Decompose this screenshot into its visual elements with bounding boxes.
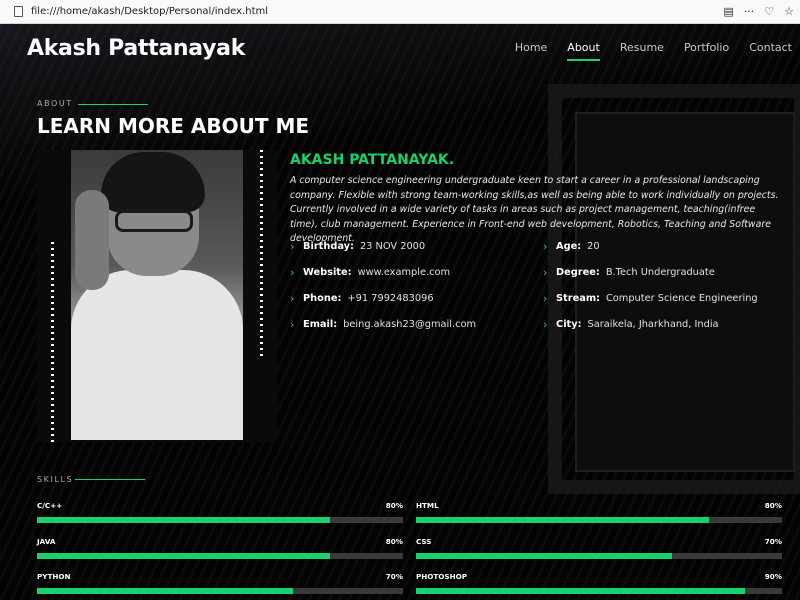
page-icon: [14, 6, 23, 17]
info-stream: › Stream: Computer Science Engineering: [543, 291, 758, 317]
skill-fill: [37, 553, 330, 559]
browser-toolbar: file:///home/akash/Desktop/Personal/inde…: [0, 0, 800, 24]
photo-arm: [75, 190, 109, 290]
page: Akash Pattanayak Home About Resume Portf…: [0, 24, 800, 600]
info-value: Computer Science Engineering: [605, 293, 758, 304]
nav-home[interactable]: Home: [515, 40, 547, 56]
chevron-right-icon: ›: [290, 266, 295, 279]
nav-about[interactable]: About: [567, 40, 600, 61]
info-label: Phone:: [303, 293, 342, 304]
info-label: Age:: [556, 241, 582, 252]
skill-track: [416, 553, 782, 559]
info-label: Degree:: [556, 267, 600, 278]
info-label: Website:: [303, 267, 352, 278]
skill-percent: 70%: [385, 572, 403, 581]
info-degree: › Degree: B.Tech Undergraduate: [543, 265, 758, 291]
url-field[interactable]: file:///home/akash/Desktop/Personal/inde…: [31, 4, 268, 20]
skill-name: JAVA: [37, 537, 56, 546]
chevron-right-icon: ›: [290, 240, 295, 253]
skill-percent: 80%: [385, 537, 403, 546]
skill-track: [416, 588, 782, 594]
skill-bar: C/C++ 80%: [37, 500, 403, 523]
skill-percent: 80%: [764, 501, 782, 510]
info-value: B.Tech Undergraduate: [605, 267, 715, 278]
main-nav: Home About Resume Portfolio Contact: [515, 40, 792, 61]
skill-fill: [37, 517, 330, 523]
info-value: 23 NOV 2000: [359, 241, 426, 252]
skill-fill: [416, 588, 746, 594]
skill-bar: PYTHON 70%: [37, 571, 403, 594]
info-website: › Website: www.example.com: [290, 265, 476, 291]
skill-track: [37, 553, 403, 559]
skills-section-line: [75, 479, 145, 480]
info-phone: › Phone: +91 7992483096: [290, 291, 476, 317]
info-label: Birthday:: [303, 241, 354, 252]
chevron-right-icon: ›: [290, 292, 295, 305]
skill-percent: 90%: [764, 572, 782, 581]
chevron-right-icon: ›: [543, 240, 548, 253]
skill-name: PHOTOSHOP: [416, 572, 467, 581]
more-actions-icon[interactable]: ···: [744, 3, 755, 21]
browser-actions: ▤ ··· ♡ ☆: [723, 3, 794, 21]
skill-name: C/C++: [37, 501, 63, 510]
about-section-line: [78, 104, 148, 105]
skill-name: PYTHON: [37, 572, 71, 581]
info-value: Saraikela, Jharkhand, India: [587, 319, 719, 330]
nav-resume[interactable]: Resume: [620, 40, 664, 56]
chevron-right-icon: ›: [543, 292, 548, 305]
info-label: City:: [556, 319, 582, 330]
info-value: +91 7992483096: [347, 293, 434, 304]
skills-section-label: SKILLS: [37, 475, 74, 484]
info-value: 20: [587, 241, 600, 252]
info-list-left: › Birthday: 23 NOV 2000 › Website: www.e…: [290, 239, 476, 343]
nav-portfolio[interactable]: Portfolio: [684, 40, 729, 56]
chevron-right-icon: ›: [543, 318, 548, 331]
skill-track: [416, 517, 782, 523]
skill-name: HTML: [416, 501, 439, 510]
nav-contact[interactable]: Contact: [749, 40, 792, 56]
skill-fill: [416, 553, 673, 559]
skill-fill: [416, 517, 709, 523]
info-age: › Age: 20: [543, 239, 758, 265]
skill-percent: 70%: [764, 537, 782, 546]
info-birthday: › Birthday: 23 NOV 2000: [290, 239, 476, 265]
photo-shirt: [71, 270, 243, 440]
info-city: › City: Saraikela, Jharkhand, India: [543, 317, 758, 343]
profile-photo-frame: [37, 150, 277, 442]
info-list-right: › Age: 20 › Degree: B.Tech Undergraduate…: [543, 239, 758, 343]
skill-bar: PHOTOSHOP 90%: [416, 571, 782, 594]
skill-bar: HTML 80%: [416, 500, 782, 523]
photo-glasses: [115, 210, 193, 232]
about-title: LEARN MORE ABOUT ME: [37, 114, 310, 138]
skill-bar: CSS 70%: [416, 536, 782, 559]
skill-name: CSS: [416, 537, 432, 546]
site-logo[interactable]: Akash Pattanayak: [27, 32, 245, 66]
info-email: › Email: being.akash23@gmail.com: [290, 317, 476, 343]
skill-track: [37, 517, 403, 523]
reader-view-icon[interactable]: ▤: [723, 3, 733, 21]
chevron-right-icon: ›: [543, 266, 548, 279]
info-label: Email:: [303, 319, 338, 330]
site-header: Akash Pattanayak Home About Resume Portf…: [0, 24, 800, 74]
profile-photo: [71, 150, 243, 440]
skill-fill: [37, 588, 294, 594]
chevron-right-icon: ›: [290, 318, 295, 331]
skill-track: [37, 588, 403, 594]
pocket-icon[interactable]: ♡: [764, 3, 774, 21]
info-label: Stream:: [556, 293, 600, 304]
photo-hair: [101, 152, 205, 212]
bio-name: AKASH PATTANAYAK.: [290, 152, 455, 168]
info-value[interactable]: being.akash23@gmail.com: [343, 317, 476, 333]
dotted-border-left: [51, 242, 54, 442]
bio-text: A computer science engineering undergrad…: [290, 175, 779, 244]
dotted-border-right: [260, 150, 263, 358]
skill-bar: JAVA 80%: [37, 536, 403, 559]
bookmark-star-icon[interactable]: ☆: [784, 3, 794, 21]
skill-percent: 80%: [385, 501, 403, 510]
about-section-label: ABOUT: [37, 99, 73, 108]
info-value[interactable]: www.example.com: [358, 265, 450, 281]
